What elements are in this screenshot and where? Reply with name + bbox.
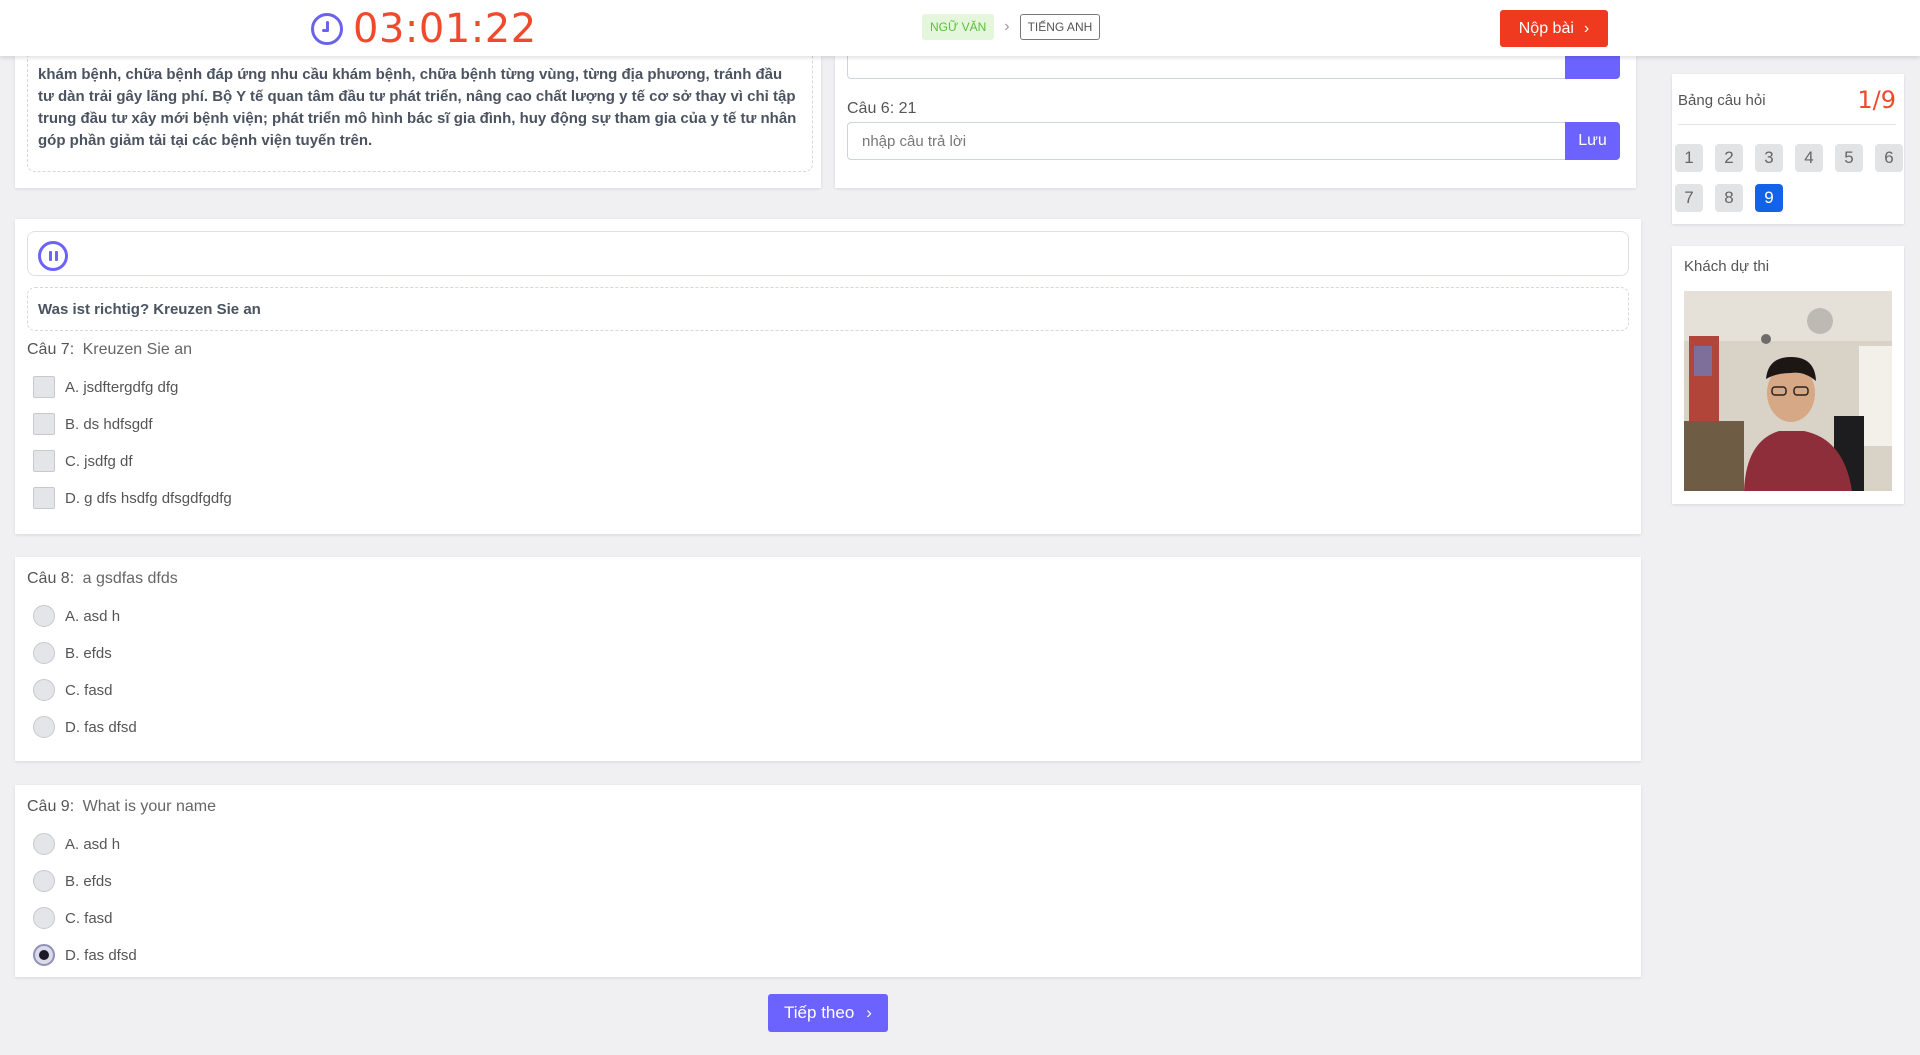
radio-button[interactable] bbox=[33, 605, 55, 627]
chevron-right-icon: › bbox=[1004, 18, 1010, 35]
question-8-label: Câu 8: a gsdfas dfds bbox=[27, 570, 178, 588]
option-label: A. asd h bbox=[65, 835, 121, 853]
clock-icon bbox=[311, 13, 343, 45]
question-6-number: Câu 6: bbox=[847, 100, 895, 117]
question-7-label: Câu 7: Kreuzen Sie an bbox=[27, 341, 192, 359]
option-label: A. asd h bbox=[65, 607, 121, 625]
option-label: D. g dfs hsdfg dfsgdfgdfg bbox=[65, 489, 232, 507]
checkbox[interactable] bbox=[33, 487, 55, 509]
webcam-feed bbox=[1684, 291, 1892, 491]
answer-placeholder: nhập câu trả lời bbox=[862, 132, 967, 150]
question-8-number: Câu 8: bbox=[27, 570, 75, 587]
option-label: C. fasd bbox=[65, 681, 113, 699]
q9-option-b[interactable]: B. efds bbox=[33, 870, 112, 892]
question-number-1[interactable]: 1 bbox=[1675, 144, 1703, 172]
radio-button[interactable] bbox=[33, 870, 55, 892]
checkbox[interactable] bbox=[33, 450, 55, 472]
q8-option-b[interactable]: B. efds bbox=[33, 642, 112, 664]
save-button[interactable]: Lưu bbox=[1565, 122, 1620, 160]
question-6-text: 21 bbox=[898, 100, 917, 117]
question-number-8[interactable]: 8 bbox=[1715, 184, 1743, 212]
crumb-next-subject[interactable]: TIẾNG ANH bbox=[1019, 14, 1101, 40]
radio-button-selected[interactable] bbox=[33, 944, 55, 966]
question-8-card: Câu 8: a gsdfas dfds A. asd h B. efds C.… bbox=[15, 557, 1641, 761]
question-6-card: Câu 6: 21 nhập câu trả lời Lưu bbox=[835, 56, 1636, 188]
question-7-card: Was ist richtig? Kreuzen Sie an Câu 7: K… bbox=[15, 219, 1641, 534]
question-7-text: Kreuzen Sie an bbox=[82, 341, 192, 358]
option-label: B. efds bbox=[65, 644, 112, 662]
question-number-3[interactable]: 3 bbox=[1755, 144, 1783, 172]
camera-title: Khách dự thi bbox=[1684, 258, 1770, 275]
q7-option-c[interactable]: C. jsdfg df bbox=[33, 450, 133, 472]
checkbox[interactable] bbox=[33, 376, 55, 398]
question-number-2[interactable]: 2 bbox=[1715, 144, 1743, 172]
option-label: B. ds hdfsgdf bbox=[65, 415, 153, 433]
candidate-camera-card: Khách dự thi bbox=[1672, 246, 1904, 504]
radio-button[interactable] bbox=[33, 907, 55, 929]
reading-text: khám bệnh, chữa bệnh đáp ứng nhu cầu khá… bbox=[38, 66, 797, 149]
save-label: Lưu bbox=[1578, 132, 1607, 149]
option-label: B. efds bbox=[65, 872, 112, 890]
reading-passage: khám bệnh, chữa bệnh đáp ứng nhu cầu khá… bbox=[27, 56, 813, 172]
question-number-6[interactable]: 6 bbox=[1875, 144, 1903, 172]
question-board-title: Bảng câu hỏi bbox=[1678, 92, 1766, 109]
radio-button[interactable] bbox=[33, 833, 55, 855]
option-label: C. jsdfg df bbox=[65, 452, 133, 470]
option-label: C. fasd bbox=[65, 909, 113, 927]
question-6-label: Câu 6: 21 bbox=[847, 100, 916, 118]
checkbox[interactable] bbox=[33, 413, 55, 435]
option-label: D. fas dfsd bbox=[65, 946, 137, 964]
question-number-4[interactable]: 4 bbox=[1795, 144, 1823, 172]
instruction-text: Was ist richtig? Kreuzen Sie an bbox=[38, 300, 261, 318]
timer-text: 03:01:22 bbox=[353, 6, 537, 52]
q9-option-d[interactable]: D. fas dfsd bbox=[33, 944, 137, 966]
question-number-9-active[interactable]: 9 bbox=[1755, 184, 1783, 212]
q8-option-c[interactable]: C. fasd bbox=[33, 679, 113, 701]
question-9-label: Câu 9: What is your name bbox=[27, 798, 216, 816]
submit-label: Nộp bài bbox=[1518, 19, 1574, 37]
q8-option-a[interactable]: A. asd h bbox=[33, 605, 120, 627]
radio-button[interactable] bbox=[33, 642, 55, 664]
listening-instruction: Was ist richtig? Kreuzen Sie an bbox=[27, 287, 1629, 331]
subject-breadcrumb: NGỮ VĂN › TIẾNG ANH bbox=[922, 14, 1101, 40]
submit-button[interactable]: Nộp bài › bbox=[1500, 10, 1608, 47]
countdown-timer: 03:01:22 bbox=[311, 6, 537, 52]
pause-icon[interactable] bbox=[38, 241, 68, 271]
question-progress: 1/9 bbox=[1857, 86, 1896, 114]
webcam-image bbox=[1684, 291, 1892, 491]
question-9-card: Câu 9: What is your name A. asd h B. efd… bbox=[15, 785, 1641, 977]
question-7-number: Câu 7: bbox=[27, 341, 75, 358]
question-number-7[interactable]: 7 bbox=[1675, 184, 1703, 212]
audio-player bbox=[27, 231, 1629, 276]
q9-option-c[interactable]: C. fasd bbox=[33, 907, 113, 929]
option-label: A. jsdftergdfg dfg bbox=[65, 378, 179, 396]
previous-save-button[interactable] bbox=[1565, 56, 1620, 79]
q7-option-b[interactable]: B. ds hdfsgdf bbox=[33, 413, 153, 435]
question-9-number: Câu 9: bbox=[27, 798, 75, 815]
radio-button[interactable] bbox=[33, 716, 55, 738]
reading-card: khám bệnh, chữa bệnh đáp ứng nhu cầu khá… bbox=[15, 56, 821, 188]
radio-button[interactable] bbox=[33, 679, 55, 701]
question-board: Bảng câu hỏi 1/9 1 2 3 4 5 6 7 8 9 bbox=[1672, 74, 1904, 224]
question-8-text: a gsdfas dfds bbox=[82, 570, 178, 587]
q9-option-a[interactable]: A. asd h bbox=[33, 833, 120, 855]
answer-input[interactable]: nhập câu trả lời bbox=[847, 122, 1577, 160]
chevron-right-icon: › bbox=[1583, 19, 1590, 37]
q7-option-d[interactable]: D. g dfs hsdfg dfsgdfgdfg bbox=[33, 487, 232, 509]
previous-answer-input[interactable] bbox=[847, 56, 1577, 79]
header-bar: 03:01:22 NGỮ VĂN › TIẾNG ANH Nộp bài › bbox=[0, 0, 1920, 56]
q8-option-d[interactable]: D. fas dfsd bbox=[33, 716, 137, 738]
question-number-5[interactable]: 5 bbox=[1835, 144, 1863, 172]
q7-option-a[interactable]: A. jsdftergdfg dfg bbox=[33, 376, 178, 398]
next-label: Tiếp theo bbox=[784, 1003, 855, 1022]
option-label: D. fas dfsd bbox=[65, 718, 137, 736]
next-button[interactable]: Tiếp theo › bbox=[768, 994, 888, 1032]
chevron-right-icon: › bbox=[866, 1003, 872, 1022]
divider bbox=[1678, 124, 1896, 125]
question-9-text: What is your name bbox=[82, 798, 216, 815]
crumb-current-subject[interactable]: NGỮ VĂN bbox=[922, 14, 995, 40]
